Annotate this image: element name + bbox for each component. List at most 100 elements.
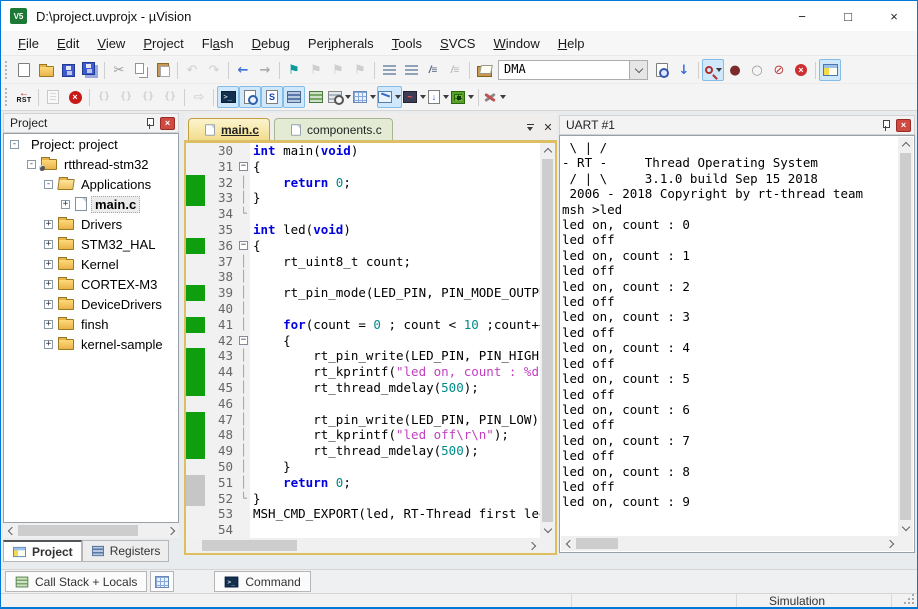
- run-to-line-button[interactable]: {}: [159, 86, 181, 108]
- toggle-bookmark-button[interactable]: ⚑: [283, 59, 305, 81]
- workspace-tab-registers[interactable]: Registers: [82, 540, 170, 562]
- expand-icon[interactable]: +: [44, 260, 53, 269]
- collapse-icon[interactable]: −: [239, 162, 248, 171]
- menu-file[interactable]: File: [9, 33, 48, 54]
- run-button[interactable]: [42, 86, 64, 108]
- tree-item-kernel-sample[interactable]: +kernel-sample: [4, 334, 178, 354]
- scroll-thumb[interactable]: [542, 159, 553, 522]
- editor-code-area[interactable]: 30int main(void)31−{32│ return 0;33│}34└…: [186, 143, 540, 538]
- project-tree-hscrollbar[interactable]: [3, 523, 179, 538]
- collapse-icon[interactable]: −: [239, 336, 248, 345]
- registers-window-button[interactable]: [283, 86, 305, 108]
- open-books-button[interactable]: [473, 59, 495, 81]
- chevron-down-icon[interactable]: [468, 95, 474, 99]
- tree-item-finsh[interactable]: +finsh: [4, 314, 178, 334]
- uart-hscrollbar[interactable]: [561, 536, 898, 551]
- stop-button[interactable]: ×: [64, 86, 86, 108]
- expand-icon[interactable]: +: [44, 240, 53, 249]
- expand-icon[interactable]: +: [44, 320, 53, 329]
- target-select-combobox[interactable]: DMA: [498, 60, 648, 80]
- scroll-up-icon[interactable]: [898, 137, 913, 152]
- menu-svcs[interactable]: SVCS: [431, 33, 484, 54]
- toolbar-grip[interactable]: [5, 61, 10, 79]
- expand-icon[interactable]: +: [44, 340, 53, 349]
- step-button[interactable]: {}: [93, 86, 115, 108]
- next-bookmark-button[interactable]: ⚑: [327, 59, 349, 81]
- uart-vscrollbar[interactable]: [898, 137, 913, 536]
- tab-call-stack-locals[interactable]: Call Stack + Locals: [5, 571, 147, 592]
- enable-breakpoint-button[interactable]: ○: [746, 59, 768, 81]
- collapse-icon[interactable]: -: [10, 140, 19, 149]
- chevron-down-icon[interactable]: [345, 95, 351, 99]
- uart-terminal[interactable]: \ | /- RT - Thread Operating System / | …: [559, 135, 915, 553]
- chevron-down-icon[interactable]: [443, 95, 449, 99]
- collapse-icon[interactable]: -: [44, 180, 53, 189]
- expand-icon[interactable]: +: [44, 280, 53, 289]
- system-viewer-button[interactable]: [450, 86, 475, 108]
- menu-flash[interactable]: Flash: [193, 33, 243, 54]
- workspace-tab-project[interactable]: Project: [3, 540, 82, 562]
- chevron-down-icon[interactable]: [370, 95, 376, 99]
- document-list-icon[interactable]: [521, 119, 539, 135]
- serial-window-button[interactable]: [377, 86, 402, 108]
- menu-edit[interactable]: Edit: [48, 33, 88, 54]
- expand-icon[interactable]: +: [44, 300, 53, 309]
- tab-command-window[interactable]: >_ Command: [214, 571, 310, 592]
- menu-tools[interactable]: Tools: [383, 33, 431, 54]
- navigate-back-button[interactable]: ←: [232, 59, 254, 81]
- expand-icon[interactable]: +: [44, 220, 53, 229]
- analysis-window-button[interactable]: ~: [402, 86, 427, 108]
- new-file-button[interactable]: [13, 59, 35, 81]
- kill-all-breakpoints-button[interactable]: ×: [790, 59, 812, 81]
- save-button[interactable]: [57, 59, 79, 81]
- comment-selection-button[interactable]: /≡: [422, 59, 444, 81]
- tree-item-project-project[interactable]: -Project: project: [4, 134, 178, 154]
- scroll-right-icon[interactable]: [164, 523, 179, 538]
- scroll-left-icon[interactable]: [561, 536, 576, 551]
- collapse-icon[interactable]: −: [239, 241, 248, 250]
- menu-project[interactable]: Project: [134, 33, 192, 54]
- copy-button[interactable]: [130, 59, 152, 81]
- scroll-right-icon[interactable]: [525, 538, 540, 553]
- symbols-window-button[interactable]: S: [261, 86, 283, 108]
- menu-peripherals[interactable]: Peripherals: [299, 33, 383, 54]
- editor-tab-components-c[interactable]: components.c: [274, 118, 393, 140]
- uart-panel-close-icon[interactable]: ×: [896, 119, 911, 132]
- tree-item-main-c[interactable]: +main.c: [4, 194, 178, 214]
- paste-button[interactable]: [152, 59, 174, 81]
- scroll-up-icon[interactable]: [540, 143, 555, 158]
- expand-icon[interactable]: +: [61, 200, 70, 209]
- prev-bookmark-button[interactable]: ⚑: [305, 59, 327, 81]
- editor-vscrollbar[interactable]: [540, 143, 555, 538]
- undo-button[interactable]: ↶: [181, 59, 203, 81]
- watch-window-button[interactable]: [327, 86, 352, 108]
- menu-view[interactable]: View: [88, 33, 134, 54]
- project-panel-close-icon[interactable]: ×: [160, 117, 175, 130]
- editor-tab-main-c[interactable]: main.c: [188, 118, 270, 140]
- tree-item-applications[interactable]: -Applications: [4, 174, 178, 194]
- scroll-thumb[interactable]: [900, 153, 911, 520]
- redo-button[interactable]: ↷: [203, 59, 225, 81]
- menu-window[interactable]: Window: [484, 33, 548, 54]
- memory-window-button[interactable]: [352, 86, 377, 108]
- scroll-down-icon[interactable]: [898, 521, 913, 536]
- tree-item-devicedrivers[interactable]: +DeviceDrivers: [4, 294, 178, 314]
- insert-breakpoint-button[interactable]: ●: [724, 59, 746, 81]
- find-dropdown-button[interactable]: [702, 59, 724, 81]
- indent-button[interactable]: [378, 59, 400, 81]
- tree-item-rtthread-stm32[interactable]: -rtthread-stm32: [4, 154, 178, 174]
- find-button[interactable]: ↓: [673, 59, 695, 81]
- navigate-forward-button[interactable]: →: [254, 59, 276, 81]
- uncomment-selection-button[interactable]: /≡: [444, 59, 466, 81]
- trace-window-button[interactable]: ↓: [427, 86, 450, 108]
- disassembly-window-button[interactable]: [239, 86, 261, 108]
- tree-item-stm32-hal[interactable]: +STM32_HAL: [4, 234, 178, 254]
- toolbar-grip[interactable]: [5, 88, 10, 106]
- pin-icon[interactable]: [881, 120, 890, 131]
- step-over-button[interactable]: {}: [115, 86, 137, 108]
- close-button[interactable]: ×: [871, 1, 917, 31]
- scroll-thumb[interactable]: [202, 540, 297, 551]
- chevron-down-icon[interactable]: [395, 95, 401, 99]
- save-all-button[interactable]: [79, 59, 101, 81]
- chevron-down-icon[interactable]: [716, 68, 722, 72]
